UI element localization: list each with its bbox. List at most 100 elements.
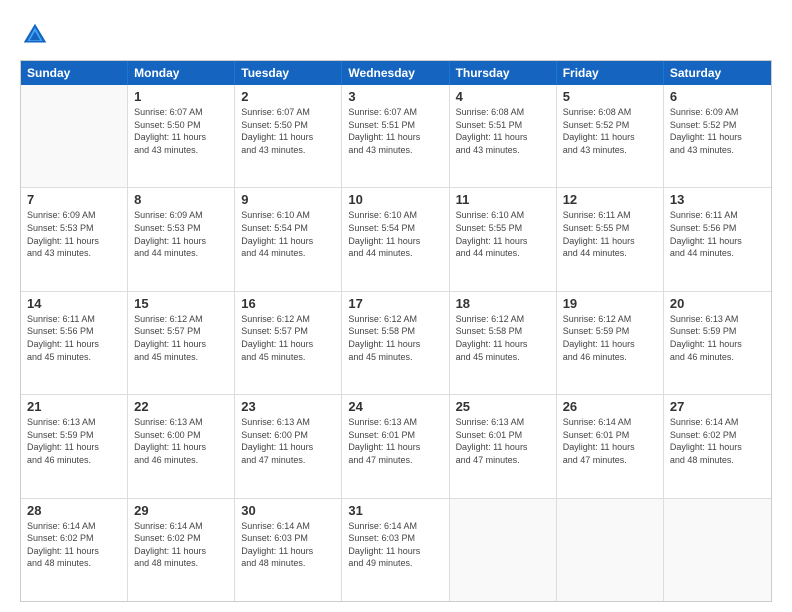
- day-number: 2: [241, 89, 335, 104]
- day-cell-17: 17 Sunrise: 6:12 AMSunset: 5:58 PMDayligh…: [342, 292, 449, 394]
- day-number: 19: [563, 296, 657, 311]
- day-number: 5: [563, 89, 657, 104]
- day-cell-24: 24 Sunrise: 6:13 AMSunset: 6:01 PMDayligh…: [342, 395, 449, 497]
- day-number: 4: [456, 89, 550, 104]
- day-info: Sunrise: 6:10 AMSunset: 5:54 PMDaylight:…: [348, 209, 442, 259]
- header: [20, 20, 772, 50]
- day-cell-4: 4Sunrise: 6:08 AMSunset: 5:51 PMDaylight…: [450, 85, 557, 187]
- day-number: 14: [27, 296, 121, 311]
- day-cell-10: 10 Sunrise: 6:10 AMSunset: 5:54 PMDayligh…: [342, 188, 449, 290]
- day-cell-29: 29 Sunrise: 6:14 AMSunset: 6:02 PMDayligh…: [128, 499, 235, 601]
- day-cell-11: 11 Sunrise: 6:10 AMSunset: 5:55 PMDayligh…: [450, 188, 557, 290]
- day-info: Sunrise: 6:09 AMSunset: 5:53 PMDaylight:…: [27, 209, 121, 259]
- day-number: 15: [134, 296, 228, 311]
- page: SundayMondayTuesdayWednesdayThursdayFrid…: [0, 0, 792, 612]
- day-info: Sunrise: 6:09 AMSunset: 5:52 PMDaylight:…: [670, 106, 765, 156]
- header-cell-wednesday: Wednesday: [342, 61, 449, 85]
- day-number: 24: [348, 399, 442, 414]
- day-info: Sunrise: 6:07 AMSunset: 5:50 PMDaylight:…: [241, 106, 335, 156]
- empty-cell: [664, 499, 771, 601]
- day-info: Sunrise: 6:12 AMSunset: 5:58 PMDaylight:…: [348, 313, 442, 363]
- day-cell-23: 23Sunrise: 6:13 AMSunset: 6:00 PMDayligh…: [235, 395, 342, 497]
- header-cell-tuesday: Tuesday: [235, 61, 342, 85]
- day-cell-2: 2 Sunrise: 6:07 AMSunset: 5:50 PMDaylight…: [235, 85, 342, 187]
- day-number: 8: [134, 192, 228, 207]
- calendar-row-4: 21Sunrise: 6:13 AMSunset: 5:59 PMDayligh…: [21, 395, 771, 498]
- day-info: Sunrise: 6:11 AMSunset: 5:55 PMDaylight:…: [563, 209, 657, 259]
- day-number: 18: [456, 296, 550, 311]
- day-cell-31: 31Sunrise: 6:14 AMSunset: 6:03 PMDayligh…: [342, 499, 449, 601]
- day-info: Sunrise: 6:13 AMSunset: 5:59 PMDaylight:…: [670, 313, 765, 363]
- empty-cell: [557, 499, 664, 601]
- day-info: Sunrise: 6:10 AMSunset: 5:54 PMDaylight:…: [241, 209, 335, 259]
- calendar: SundayMondayTuesdayWednesdayThursdayFrid…: [20, 60, 772, 602]
- day-number: 11: [456, 192, 550, 207]
- day-cell-14: 14 Sunrise: 6:11 AMSunset: 5:56 PMDayligh…: [21, 292, 128, 394]
- day-cell-8: 8 Sunrise: 6:09 AMSunset: 5:53 PMDaylight…: [128, 188, 235, 290]
- day-number: 9: [241, 192, 335, 207]
- day-number: 6: [670, 89, 765, 104]
- day-cell-12: 12 Sunrise: 6:11 AMSunset: 5:55 PMDayligh…: [557, 188, 664, 290]
- day-info: Sunrise: 6:12 AMSunset: 5:57 PMDaylight:…: [241, 313, 335, 363]
- day-number: 31: [348, 503, 442, 518]
- day-info: Sunrise: 6:14 AMSunset: 6:02 PMDaylight:…: [134, 520, 228, 570]
- day-cell-22: 22 Sunrise: 6:13 AMSunset: 6:00 PMDayligh…: [128, 395, 235, 497]
- day-info: Sunrise: 6:13 AMSunset: 5:59 PMDaylight:…: [27, 416, 121, 466]
- day-number: 3: [348, 89, 442, 104]
- day-number: 28: [27, 503, 121, 518]
- day-number: 22: [134, 399, 228, 414]
- calendar-row-5: 28 Sunrise: 6:14 AMSunset: 6:02 PMDayligh…: [21, 499, 771, 601]
- day-info: Sunrise: 6:09 AMSunset: 5:53 PMDaylight:…: [134, 209, 228, 259]
- day-cell-30: 30 Sunrise: 6:14 AMSunset: 6:03 PMDayligh…: [235, 499, 342, 601]
- calendar-header: SundayMondayTuesdayWednesdayThursdayFrid…: [21, 61, 771, 85]
- day-cell-16: 16 Sunrise: 6:12 AMSunset: 5:57 PMDayligh…: [235, 292, 342, 394]
- day-info: Sunrise: 6:12 AMSunset: 5:57 PMDaylight:…: [134, 313, 228, 363]
- day-cell-1: 1 Sunrise: 6:07 AMSunset: 5:50 PMDaylight…: [128, 85, 235, 187]
- day-info: Sunrise: 6:13 AMSunset: 6:01 PMDaylight:…: [348, 416, 442, 466]
- day-number: 30: [241, 503, 335, 518]
- day-info: Sunrise: 6:14 AMSunset: 6:01 PMDaylight:…: [563, 416, 657, 466]
- day-info: Sunrise: 6:14 AMSunset: 6:03 PMDaylight:…: [241, 520, 335, 570]
- empty-cell: [450, 499, 557, 601]
- day-cell-28: 28 Sunrise: 6:14 AMSunset: 6:02 PMDayligh…: [21, 499, 128, 601]
- day-info: Sunrise: 6:13 AMSunset: 6:01 PMDaylight:…: [456, 416, 550, 466]
- day-number: 20: [670, 296, 765, 311]
- day-info: Sunrise: 6:11 AMSunset: 5:56 PMDaylight:…: [27, 313, 121, 363]
- day-cell-27: 27Sunrise: 6:14 AMSunset: 6:02 PMDayligh…: [664, 395, 771, 497]
- header-cell-thursday: Thursday: [450, 61, 557, 85]
- calendar-body: 1 Sunrise: 6:07 AMSunset: 5:50 PMDaylight…: [21, 85, 771, 601]
- day-number: 17: [348, 296, 442, 311]
- day-info: Sunrise: 6:11 AMSunset: 5:56 PMDaylight:…: [670, 209, 765, 259]
- day-cell-19: 19 Sunrise: 6:12 AMSunset: 5:59 PMDayligh…: [557, 292, 664, 394]
- day-number: 29: [134, 503, 228, 518]
- day-cell-5: 5 Sunrise: 6:08 AMSunset: 5:52 PMDaylight…: [557, 85, 664, 187]
- day-cell-15: 15 Sunrise: 6:12 AMSunset: 5:57 PMDayligh…: [128, 292, 235, 394]
- header-cell-sunday: Sunday: [21, 61, 128, 85]
- header-cell-saturday: Saturday: [664, 61, 771, 85]
- day-info: Sunrise: 6:12 AMSunset: 5:58 PMDaylight:…: [456, 313, 550, 363]
- day-info: Sunrise: 6:07 AMSunset: 5:50 PMDaylight:…: [134, 106, 228, 156]
- day-info: Sunrise: 6:08 AMSunset: 5:52 PMDaylight:…: [563, 106, 657, 156]
- day-cell-18: 18 Sunrise: 6:12 AMSunset: 5:58 PMDayligh…: [450, 292, 557, 394]
- day-number: 1: [134, 89, 228, 104]
- calendar-row-1: 1 Sunrise: 6:07 AMSunset: 5:50 PMDaylight…: [21, 85, 771, 188]
- header-cell-friday: Friday: [557, 61, 664, 85]
- day-number: 12: [563, 192, 657, 207]
- day-number: 13: [670, 192, 765, 207]
- day-cell-26: 26 Sunrise: 6:14 AMSunset: 6:01 PMDayligh…: [557, 395, 664, 497]
- day-info: Sunrise: 6:14 AMSunset: 6:02 PMDaylight:…: [27, 520, 121, 570]
- logo-icon: [20, 20, 50, 50]
- day-number: 16: [241, 296, 335, 311]
- day-number: 25: [456, 399, 550, 414]
- day-info: Sunrise: 6:14 AMSunset: 6:02 PMDaylight:…: [670, 416, 765, 466]
- calendar-row-3: 14 Sunrise: 6:11 AMSunset: 5:56 PMDayligh…: [21, 292, 771, 395]
- day-number: 10: [348, 192, 442, 207]
- day-info: Sunrise: 6:13 AMSunset: 6:00 PMDaylight:…: [134, 416, 228, 466]
- day-number: 7: [27, 192, 121, 207]
- day-number: 26: [563, 399, 657, 414]
- day-info: Sunrise: 6:10 AMSunset: 5:55 PMDaylight:…: [456, 209, 550, 259]
- day-info: Sunrise: 6:12 AMSunset: 5:59 PMDaylight:…: [563, 313, 657, 363]
- day-cell-7: 7 Sunrise: 6:09 AMSunset: 5:53 PMDaylight…: [21, 188, 128, 290]
- day-number: 23: [241, 399, 335, 414]
- calendar-row-2: 7 Sunrise: 6:09 AMSunset: 5:53 PMDaylight…: [21, 188, 771, 291]
